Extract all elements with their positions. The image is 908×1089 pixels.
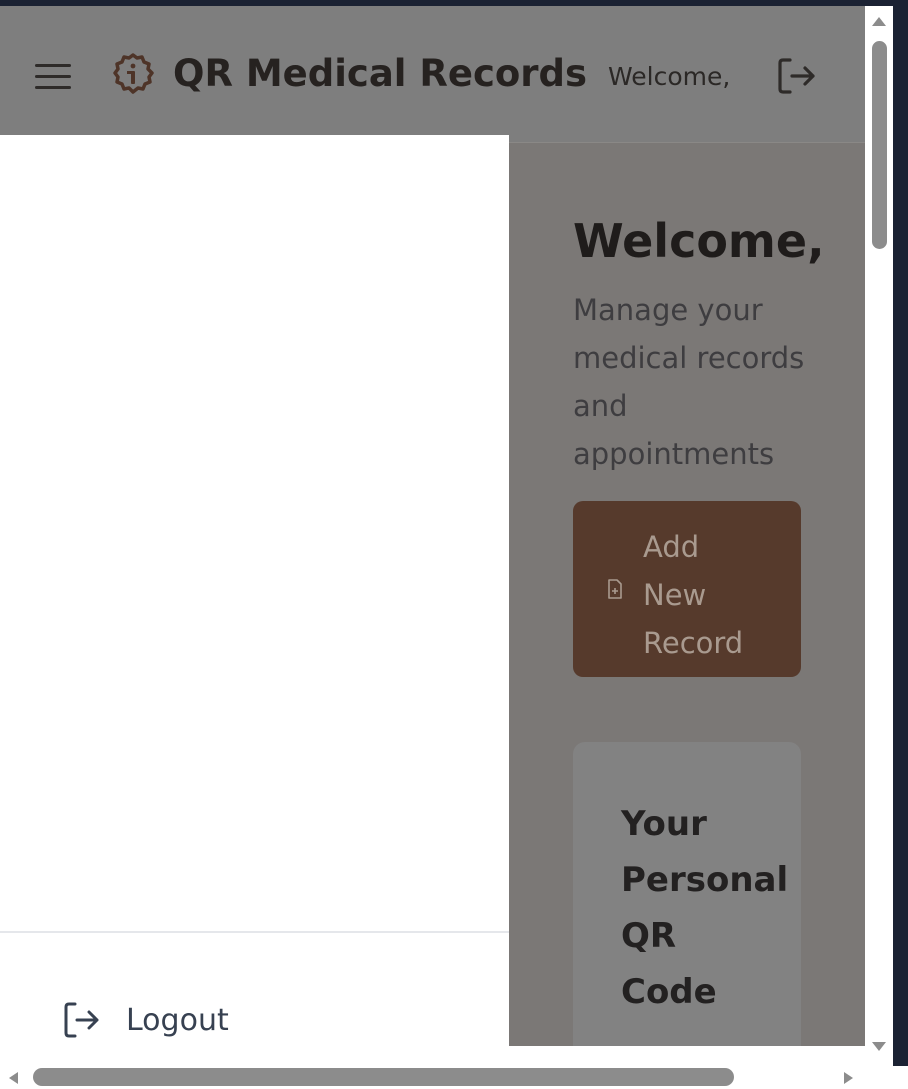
browser-window: QR Medical Records Welcome, Welcome, Man… <box>0 6 893 1066</box>
scroll-down-arrow-icon[interactable] <box>870 1040 888 1054</box>
add-new-record-label: Add New Record <box>643 530 744 660</box>
top-header: QR Medical Records Welcome, <box>0 6 865 143</box>
hamburger-menu-icon[interactable] <box>34 58 72 94</box>
drawer-logout-label: Logout <box>126 1003 229 1038</box>
vertical-scroll-thumb[interactable] <box>872 41 887 249</box>
scroll-right-arrow-icon[interactable] <box>842 1070 856 1086</box>
scroll-left-arrow-icon[interactable] <box>6 1070 20 1086</box>
horizontal-scroll-thumb[interactable] <box>33 1068 734 1086</box>
qr-code-card: Your Personal QR Code <box>573 742 801 1046</box>
medical-seal-icon <box>113 53 154 94</box>
logout-icon[interactable] <box>776 56 818 96</box>
logout-icon <box>64 1002 99 1038</box>
qr-card-title: Your Personal QR Code <box>621 804 789 1012</box>
app-title: QR Medical Records <box>173 52 588 95</box>
page-title: Welcome, <box>573 214 825 268</box>
sidebar-drawer: Logout <box>0 135 509 1046</box>
horizontal-scrollbar[interactable] <box>0 1066 893 1089</box>
drawer-divider <box>0 931 509 933</box>
page-viewport: QR Medical Records Welcome, Welcome, Man… <box>0 6 865 1046</box>
page-subtitle: Manage your medical records and appointm… <box>573 293 805 471</box>
scroll-up-arrow-icon[interactable] <box>870 14 888 28</box>
screen-edge <box>893 0 908 1066</box>
file-plus-icon <box>608 579 622 599</box>
drawer-logout-button[interactable]: Logout <box>60 991 260 1041</box>
header-welcome-text: Welcome, <box>608 62 731 91</box>
scrollbar-corner <box>893 1066 908 1089</box>
add-new-record-button[interactable]: Add New Record <box>573 501 801 677</box>
vertical-scrollbar[interactable] <box>865 6 893 1066</box>
